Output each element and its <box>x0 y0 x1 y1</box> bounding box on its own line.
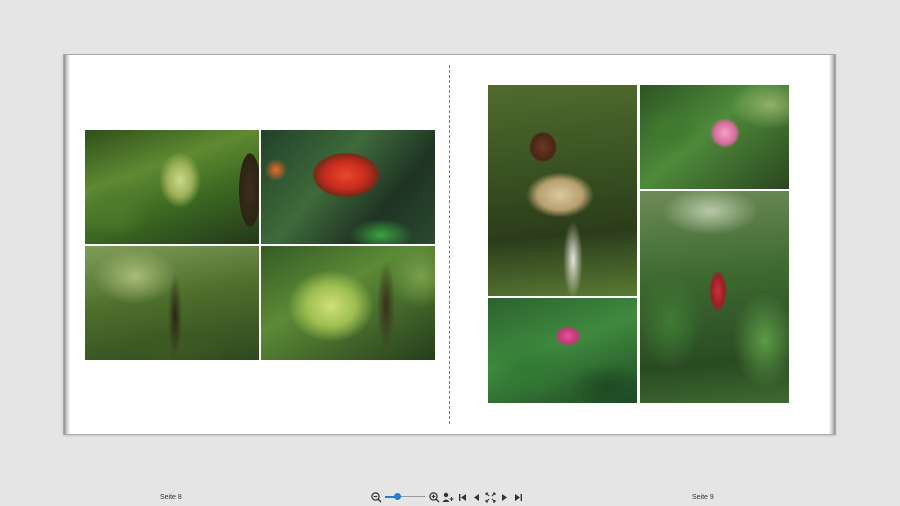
first-page-icon[interactable] <box>456 491 468 503</box>
status-bar: Seite 8 Seite 9 <box>0 488 900 506</box>
photo-rainforest-trees[interactable] <box>85 246 259 360</box>
photo-tropical-forest-bromeliads[interactable] <box>85 130 259 244</box>
right-page-label: Seite 9 <box>692 494 714 501</box>
navigation-controls <box>370 489 526 505</box>
zoom-slider[interactable] <box>385 491 425 503</box>
photo-red-bromeliad[interactable] <box>261 130 435 244</box>
zoom-slider-thumb[interactable] <box>394 493 401 500</box>
book-spine-fold <box>449 65 450 424</box>
photo-red-heliconia[interactable] <box>640 191 789 403</box>
add-person-icon[interactable] <box>442 491 454 503</box>
page-edge-left <box>64 55 70 434</box>
fit-page-icon[interactable] <box>484 491 496 503</box>
page-edge-right <box>829 55 835 434</box>
zoom-out-icon[interactable] <box>370 491 382 503</box>
photo-hanging-flower[interactable] <box>488 85 637 296</box>
previous-page-icon[interactable] <box>470 491 482 503</box>
left-page-label: Seite 8 <box>160 494 182 501</box>
zoom-in-icon[interactable] <box>428 491 440 503</box>
photo-palm-fronds[interactable] <box>261 246 435 360</box>
next-page-icon[interactable] <box>498 491 510 503</box>
photo-pink-flower-cluster[interactable] <box>488 298 637 403</box>
photobook-spread <box>63 54 836 435</box>
photo-pink-flower[interactable] <box>640 85 789 189</box>
last-page-icon[interactable] <box>512 491 524 503</box>
